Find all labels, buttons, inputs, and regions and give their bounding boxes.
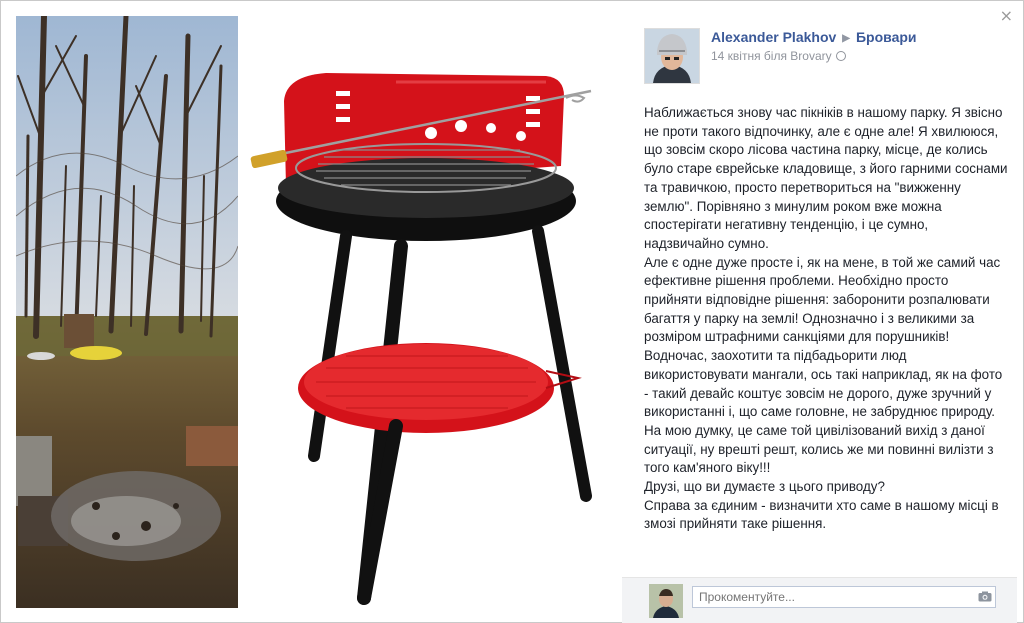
post-paragraph: Справа за єдиним - визначити хто саме в … [644,497,999,532]
author-avatar-image [645,29,699,83]
author-avatar[interactable] [644,28,700,84]
location-link[interactable]: Бровари [856,29,917,45]
grill-photo[interactable] [246,16,611,608]
post-paragraph: Наближається знову час пікніків в нашому… [644,105,1008,251]
camera-icon[interactable] [978,591,992,602]
grill-photo-image [250,73,592,605]
post-meta: 14 квітня біля Brovary [711,49,846,63]
post-header: Alexander Plakhov ▶ Бровари [711,29,917,45]
park-photo-image [16,16,238,608]
comment-bar [622,577,1017,623]
triangle-right-icon: ▶ [842,33,850,44]
commenter-avatar [649,584,683,618]
post-text: Наближається знову час пікніків в нашому… [644,104,1008,534]
author-name[interactable]: Alexander Plakhov [711,29,836,45]
post-panel: Alexander Plakhov ▶ Бровари 14 квітня біля… [622,16,1017,623]
post-paragraph: Але є одне дуже просте і, як на мене, в … [644,254,1003,476]
post-paragraph: Друзі, що ви думаєте з цього приводу? [644,479,885,495]
globe-icon[interactable] [835,51,846,61]
post-date[interactable]: 14 квітня біля Brovary [711,49,832,63]
commenter-avatar-image [649,584,683,618]
comment-input[interactable] [692,586,996,608]
park-photo[interactable] [16,16,238,608]
photo-viewer: × Alexander Plakhov ▶ Бровари 14 квітня … [0,0,1024,623]
